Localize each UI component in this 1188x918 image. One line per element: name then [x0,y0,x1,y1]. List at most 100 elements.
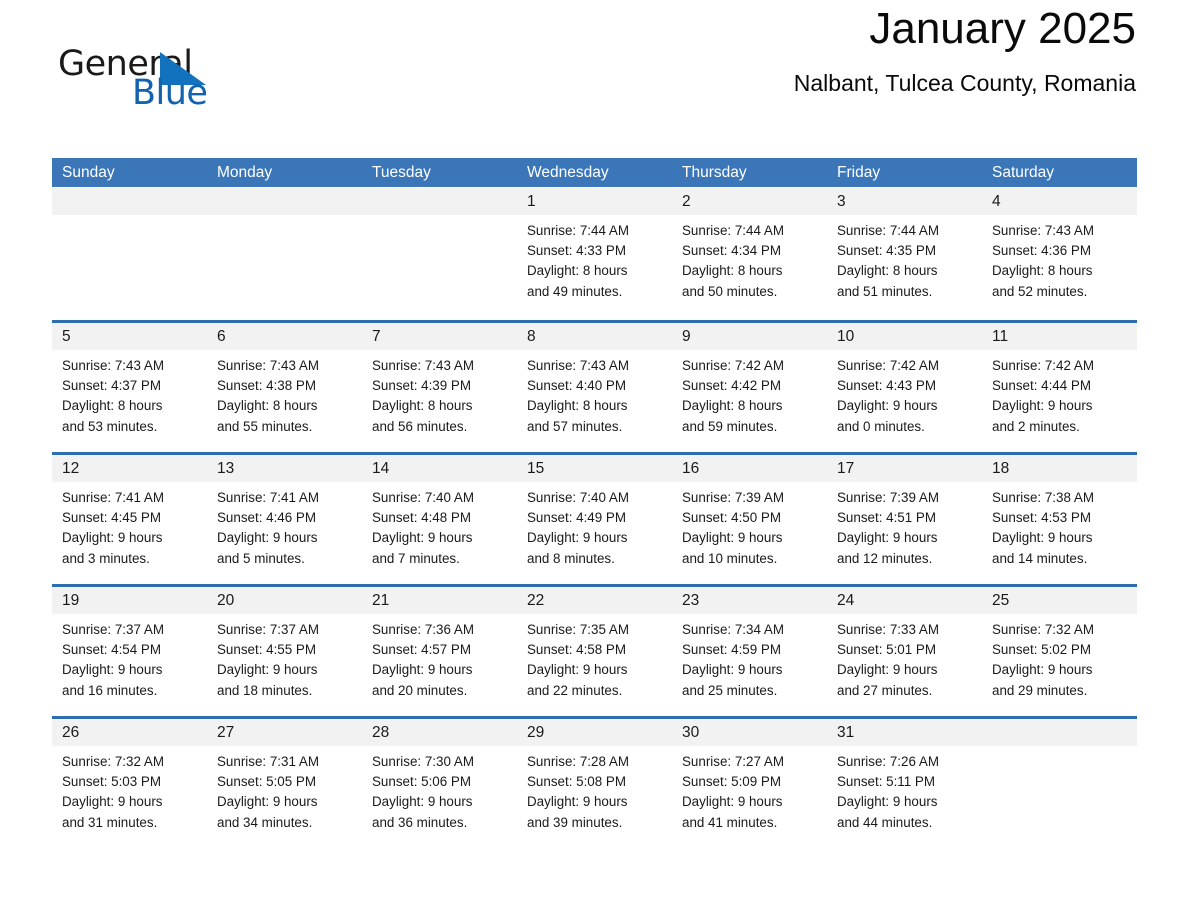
day-cell[interactable]: 19 Sunrise: 7:37 AM Sunset: 4:54 PM Dayligh… [52,587,207,716]
day-number-band: 22 [517,587,672,614]
daylight-text-line1: Daylight: 9 hours [217,794,318,810]
day-cell[interactable]: 22 Sunrise: 7:35 AM Sunset: 4:58 PM Dayligh… [517,587,672,716]
sunset-text: Sunset: 4:38 PM [217,378,316,394]
day-cell[interactable]: 15 Sunrise: 7:40 AM Sunset: 4:49 PM Dayligh… [517,455,672,584]
sunrise-text: Sunrise: 7:42 AM [992,358,1094,373]
sunrise-text: Sunrise: 7:41 AM [62,490,164,505]
day-cell[interactable]: 23 Sunrise: 7:34 AM Sunset: 4:59 PM Dayligh… [672,587,827,716]
day-number: 3 [837,193,846,210]
sunrise-text: Sunrise: 7:44 AM [527,223,629,238]
day-cell[interactable]: 10 Sunrise: 7:42 AM Sunset: 4:43 PM Dayligh… [827,323,982,452]
day-cell[interactable]: 7 Sunrise: 7:43 AM Sunset: 4:39 PM Daylight… [362,323,517,452]
calendar-page: General Blue January 2025 Nalbant, Tulce… [0,0,1188,918]
day-cell[interactable]: 5 Sunrise: 7:43 AM Sunset: 4:37 PM Daylight… [52,323,207,452]
calendar-grid: Sunday Monday Tuesday Wednesday Thursday… [52,158,1137,848]
day-info: Sunrise: 7:41 AM Sunset: 4:45 PM Daylight:… [52,482,207,569]
day-cell[interactable]: 30 Sunrise: 7:27 AM Sunset: 5:09 PM Dayligh… [672,719,827,848]
day-cell[interactable]: 3 Sunrise: 7:44 AM Sunset: 4:35 PM Daylight… [827,188,982,320]
day-cell[interactable]: 12 Sunrise: 7:41 AM Sunset: 4:45 PM Dayligh… [52,455,207,584]
daylight-text-line1: Daylight: 8 hours [527,263,628,279]
daylight-text-line2: and 20 minutes. [372,682,468,698]
day-number-band: 20 [207,587,362,614]
day-cell[interactable]: 17 Sunrise: 7:39 AM Sunset: 4:51 PM Dayligh… [827,455,982,584]
day-info: Sunrise: 7:43 AM Sunset: 4:38 PM Daylight:… [207,350,362,437]
weekday-header-monday: Monday [217,164,273,181]
sunset-text: Sunset: 5:09 PM [682,774,781,790]
day-info: Sunrise: 7:36 AM Sunset: 4:57 PM Daylight:… [362,614,517,701]
day-cell[interactable]: 8 Sunrise: 7:43 AM Sunset: 4:40 PM Daylight… [517,323,672,452]
day-number-band: 10 [827,323,982,350]
sunset-text: Sunset: 4:39 PM [372,378,471,394]
daylight-text-line2: and 2 minutes. [992,418,1080,434]
day-cell[interactable]: 28 Sunrise: 7:30 AM Sunset: 5:06 PM Dayligh… [362,719,517,848]
day-cell[interactable]: 24 Sunrise: 7:33 AM Sunset: 5:01 PM Dayligh… [827,587,982,716]
day-info: Sunrise: 7:33 AM Sunset: 5:01 PM Daylight:… [827,614,982,701]
sunset-text: Sunset: 4:58 PM [527,642,626,658]
day-number: 4 [992,193,1001,210]
week-row: 19 Sunrise: 7:37 AM Sunset: 4:54 PM Dayligh… [52,584,1137,716]
general-blue-logo[interactable]: General Blue [56,44,316,120]
week-row: 26 Sunrise: 7:32 AM Sunset: 5:03 PM Dayligh… [52,716,1137,848]
daylight-text-line2: and 41 minutes. [682,814,778,830]
day-cell[interactable]: 13 Sunrise: 7:41 AM Sunset: 4:46 PM Dayligh… [207,455,362,584]
day-cell[interactable]: 2 Sunrise: 7:44 AM Sunset: 4:34 PM Daylight… [672,188,827,320]
sunrise-text: Sunrise: 7:38 AM [992,490,1094,505]
daylight-text-line2: and 7 minutes. [372,550,460,566]
sunrise-text: Sunrise: 7:34 AM [682,622,784,637]
day-number-band: 16 [672,455,827,482]
day-cell[interactable]: 14 Sunrise: 7:40 AM Sunset: 4:48 PM Dayligh… [362,455,517,584]
daylight-text-line2: and 14 minutes. [992,550,1088,566]
daylight-text-line2: and 5 minutes. [217,550,305,566]
day-info: Sunrise: 7:44 AM Sunset: 4:35 PM Daylight:… [827,215,982,302]
sunrise-text: Sunrise: 7:42 AM [837,358,939,373]
day-cell-empty [52,188,207,320]
day-cell-empty [982,719,1137,848]
day-cell[interactable]: 11 Sunrise: 7:42 AM Sunset: 4:44 PM Dayligh… [982,323,1137,452]
daylight-text-line1: Daylight: 8 hours [217,398,318,414]
day-number: 18 [992,460,1010,477]
day-cell[interactable]: 16 Sunrise: 7:39 AM Sunset: 4:50 PM Dayligh… [672,455,827,584]
day-info: Sunrise: 7:38 AM Sunset: 4:53 PM Daylight:… [982,482,1137,569]
week-row: 1 Sunrise: 7:44 AM Sunset: 4:33 PM Daylight… [52,188,1137,320]
day-number: 28 [372,724,390,741]
day-info: Sunrise: 7:27 AM Sunset: 5:09 PM Daylight:… [672,746,827,833]
day-number-band: 3 [827,188,982,215]
day-number: 24 [837,592,855,609]
day-cell[interactable]: 18 Sunrise: 7:38 AM Sunset: 4:53 PM Dayligh… [982,455,1137,584]
day-cell[interactable]: 25 Sunrise: 7:32 AM Sunset: 5:02 PM Dayligh… [982,587,1137,716]
daylight-text-line1: Daylight: 9 hours [62,530,163,546]
day-cell[interactable]: 31 Sunrise: 7:26 AM Sunset: 5:11 PM Dayligh… [827,719,982,848]
daylight-text-line1: Daylight: 9 hours [837,398,938,414]
day-cell[interactable]: 27 Sunrise: 7:31 AM Sunset: 5:05 PM Dayligh… [207,719,362,848]
day-number: 5 [62,328,71,345]
day-number: 31 [837,724,855,741]
week-row: 12 Sunrise: 7:41 AM Sunset: 4:45 PM Dayligh… [52,452,1137,584]
day-number: 13 [217,460,235,477]
page-header: General Blue January 2025 Nalbant, Tulce… [56,0,1136,113]
daylight-text-line1: Daylight: 9 hours [217,662,318,678]
day-number-band: 9 [672,323,827,350]
day-cell[interactable]: 4 Sunrise: 7:43 AM Sunset: 4:36 PM Daylight… [982,188,1137,320]
day-cell[interactable]: 9 Sunrise: 7:42 AM Sunset: 4:42 PM Daylight… [672,323,827,452]
sunset-text: Sunset: 4:35 PM [837,243,936,259]
daylight-text-line2: and 56 minutes. [372,418,468,434]
day-cell[interactable]: 21 Sunrise: 7:36 AM Sunset: 4:57 PM Dayligh… [362,587,517,716]
daylight-text-line1: Daylight: 8 hours [527,398,628,414]
sunrise-text: Sunrise: 7:40 AM [527,490,629,505]
day-cell[interactable]: 1 Sunrise: 7:44 AM Sunset: 4:33 PM Daylight… [517,188,672,320]
daylight-text-line2: and 55 minutes. [217,418,313,434]
day-info: Sunrise: 7:42 AM Sunset: 4:43 PM Daylight:… [827,350,982,437]
daylight-text-line1: Daylight: 9 hours [527,794,628,810]
daylight-text-line1: Daylight: 9 hours [62,794,163,810]
day-number: 15 [527,460,545,477]
page-title: January 2025 [869,4,1136,53]
daylight-text-line1: Daylight: 9 hours [682,530,783,546]
day-number: 26 [62,724,80,741]
day-cell[interactable]: 20 Sunrise: 7:37 AM Sunset: 4:55 PM Dayligh… [207,587,362,716]
day-cell[interactable]: 26 Sunrise: 7:32 AM Sunset: 5:03 PM Dayligh… [52,719,207,848]
day-number-band: 15 [517,455,672,482]
day-cell[interactable]: 29 Sunrise: 7:28 AM Sunset: 5:08 PM Dayligh… [517,719,672,848]
day-cell[interactable]: 6 Sunrise: 7:43 AM Sunset: 4:38 PM Daylight… [207,323,362,452]
daylight-text-line2: and 50 minutes. [682,283,778,299]
day-number-band [52,188,207,215]
